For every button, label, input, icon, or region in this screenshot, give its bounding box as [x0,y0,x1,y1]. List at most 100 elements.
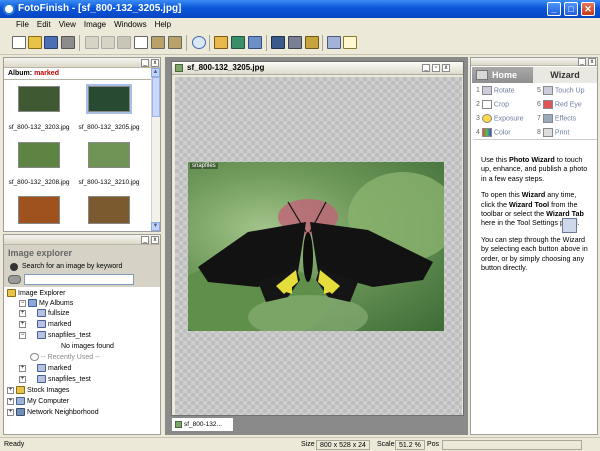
tab-home[interactable]: Home [472,67,533,83]
collapse-toggle[interactable]: − [19,331,26,339]
tree-item-marked[interactable]: + marked [19,320,71,329]
thumbnail-caption: sf_800-132_3205.jpg [78,124,140,131]
panel-minimize-button[interactable]: _ [141,59,149,67]
tree-item-network[interactable]: + Network Neighborhood [7,408,99,417]
search-area: Image explorer Search for an image by ke… [4,245,160,287]
panel-minimize-button[interactable]: _ [141,236,149,244]
album-icon [37,320,46,329]
expand-toggle[interactable]: + [19,375,26,383]
document-tab[interactable]: sf_800-132... [171,418,234,432]
expand-toggle[interactable]: + [19,320,26,328]
status-ready: Ready [4,441,25,448]
doc-minimize-button[interactable]: _ [422,64,430,72]
red-eye-icon [542,100,553,109]
status-size-label: Size [301,441,315,448]
web-icon[interactable] [305,36,319,49]
toolbar-separator [186,35,187,51]
undo-icon[interactable] [85,36,99,49]
tree-item-snapfiles-test[interactable]: − snapfiles_test [19,331,91,340]
thumbnail-3208[interactable] [18,142,60,168]
new-icon[interactable] [12,36,26,49]
tree-item-recent-marked[interactable]: + marked [19,364,71,373]
album-scroll-thumb[interactable] [152,77,160,117]
step-touch-up[interactable]: 5 Touch Up [537,86,584,95]
thumbnail-3205[interactable] [86,84,132,114]
tree-item-stock-images[interactable]: + Stock Images [7,386,69,395]
status-scale-value: 51.2 % [395,440,425,450]
paste-icon[interactable] [151,36,165,49]
close-button[interactable]: ✕ [581,2,595,16]
tree-item-fullsize[interactable]: + fullsize [19,309,69,318]
thumbnail-orange[interactable] [88,196,130,224]
thumbnail-3210[interactable] [88,142,130,168]
menu-windows[interactable]: Windows [110,18,150,31]
thumbnail-3203[interactable] [18,86,60,112]
panel-minimize-button[interactable]: _ [578,58,586,66]
redo-icon[interactable] [101,36,115,49]
thumbnail-flower[interactable] [18,196,60,224]
step-crop[interactable]: 2 Crop [476,100,509,109]
butterfly-photo[interactable]: snapfiles [188,162,444,331]
expand-toggle[interactable]: + [7,386,14,394]
album-icon [37,375,46,384]
collapse-toggle[interactable]: − [19,299,26,307]
step-exposure[interactable]: 3 Exposure [476,114,523,123]
album-name[interactable]: marked [34,70,59,77]
menu-file[interactable]: File [12,18,33,31]
search-input[interactable] [24,274,134,285]
tree-item-my-computer[interactable]: + My Computer [7,397,69,406]
wizard-tool-icon[interactable] [562,218,577,233]
touch-up-icon [542,86,553,95]
scroll-up-icon[interactable]: ▲ [151,68,160,77]
step-red-eye[interactable]: 6 Red Eye [537,100,582,109]
menu-image[interactable]: Image [80,18,110,31]
menu-view[interactable]: View [55,18,80,31]
expand-toggle[interactable]: + [19,309,26,317]
print-icon [542,128,553,137]
step-rotate[interactable]: 1 Rotate [476,86,515,95]
tree-item-image-explorer[interactable]: Image Explorer [7,289,65,298]
explorer-icon[interactable] [248,36,262,49]
step-print[interactable]: 8 Print [537,128,569,137]
acquire-icon[interactable] [271,36,285,49]
menu-edit[interactable]: Edit [33,18,55,31]
crop-icon [481,100,492,109]
maximize-button[interactable]: □ [564,2,578,16]
print-icon[interactable] [61,36,75,49]
minimize-button[interactable]: _ [547,2,561,16]
album-icon [37,309,46,318]
expand-toggle[interactable]: + [7,397,14,405]
step-color[interactable]: 4 Color [476,128,511,137]
tree-item-my-albums[interactable]: − My Albums [19,299,73,308]
open-icon[interactable] [28,36,42,49]
panel-close-button[interactable]: x [588,58,596,66]
folder-icon [16,386,25,395]
zoom-icon[interactable] [192,36,206,49]
doc-restore-button[interactable]: ▫ [432,64,440,72]
wizard-icon[interactable] [231,36,245,49]
email-icon[interactable] [343,36,357,49]
expand-toggle[interactable]: + [19,364,26,372]
panel-close-button[interactable]: x [151,59,159,67]
album-scrollbar[interactable]: ▲ ▼ [151,68,160,231]
network-icon [16,408,25,417]
tab-wizard[interactable]: Wizard [533,67,597,83]
tree-item-recent-snapfiles-test[interactable]: + snapfiles_test [19,375,91,384]
scroll-down-icon[interactable]: ▼ [151,222,160,231]
scan-icon[interactable] [288,36,302,49]
paste-new-icon[interactable] [168,36,182,49]
copy-icon[interactable] [134,36,148,49]
step-effects[interactable]: 7 Effects [537,114,576,123]
watermark-label: snapfiles [190,163,218,169]
cut-icon[interactable] [117,36,131,49]
doc-close-button[interactable]: x [442,64,450,72]
home-icon[interactable] [214,36,228,49]
tree-item-recently-used: -- Recently Used -- [30,353,100,362]
menu-help[interactable]: Help [151,18,175,31]
save-icon[interactable] [44,36,58,49]
image-canvas[interactable]: snapfiles [175,77,462,415]
panel-close-button[interactable]: x [151,236,159,244]
expand-toggle[interactable]: + [7,408,14,416]
slideshow-icon[interactable] [327,36,341,49]
search-go-icon[interactable] [8,275,21,284]
